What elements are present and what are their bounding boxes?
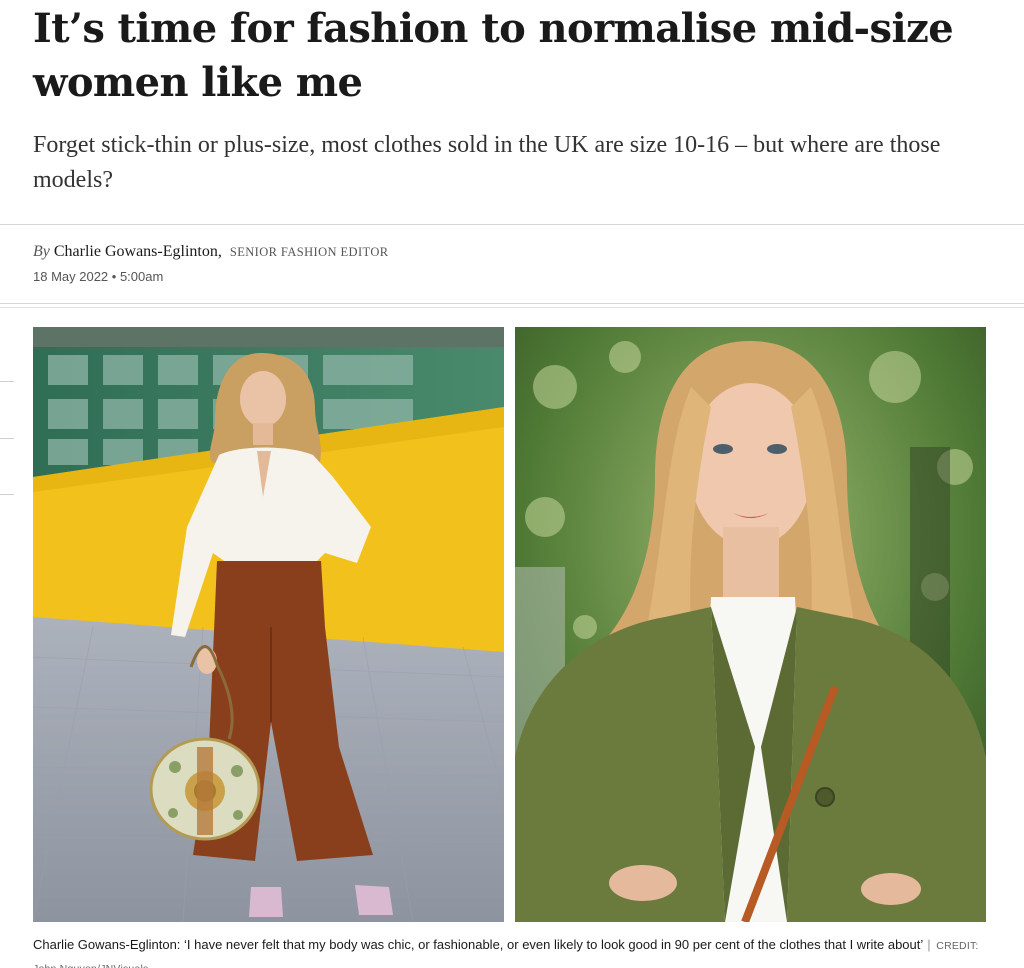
byline-top-divider <box>0 224 1024 225</box>
byline-prefix: By <box>33 243 50 260</box>
caption-text: Charlie Gowans-Eglinton: ‘I have never f… <box>33 937 924 952</box>
lead-image-full-length-illustration <box>33 327 504 922</box>
image-caption: Charlie Gowans-Eglinton: ‘I have never f… <box>33 934 993 968</box>
edge-tick <box>0 438 14 439</box>
publish-date: 18 May 2022 • 5:00am <box>33 269 164 284</box>
byline: By Charlie Gowans-Eglinton, SENIOR FASHI… <box>33 242 388 262</box>
author-role: SENIOR FASHION EDITOR <box>229 245 389 259</box>
byline-bottom-divider <box>0 303 1024 304</box>
lead-image-full-length[interactable] <box>33 327 504 922</box>
edge-tick <box>0 494 14 495</box>
byline-bottom-divider-secondary <box>0 307 1024 308</box>
edge-tick <box>0 381 14 382</box>
article-standfirst: Forget stick-thin or plus-size, most clo… <box>33 132 941 193</box>
author-link[interactable]: Charlie Gowans-Eglinton, <box>54 243 222 260</box>
article-headline: It’s time for fashion to normalise mid-s… <box>33 5 954 106</box>
lead-image-portrait[interactable] <box>515 327 986 922</box>
lead-image-portrait-illustration <box>515 327 986 922</box>
caption-separator: | <box>927 937 931 952</box>
